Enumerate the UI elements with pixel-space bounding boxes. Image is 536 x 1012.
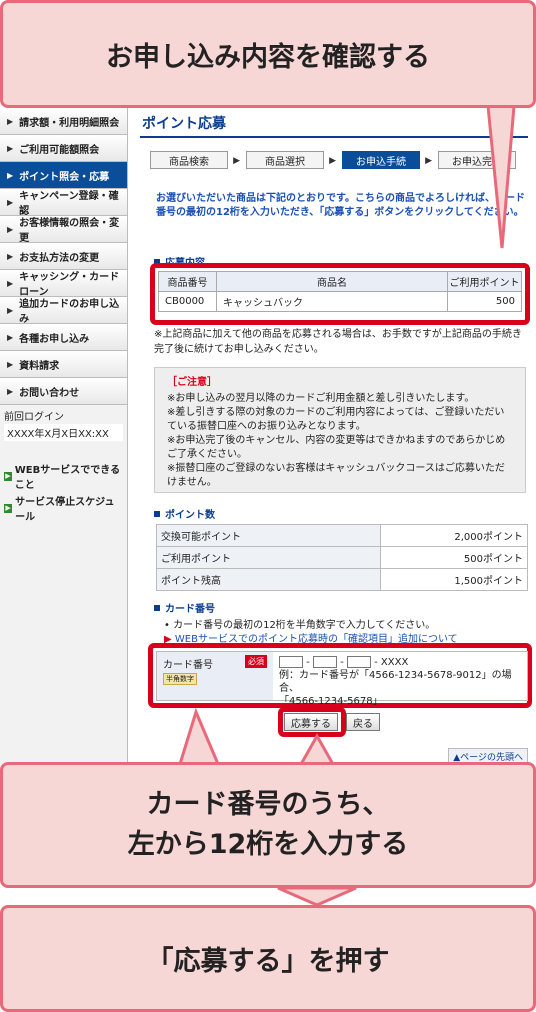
callout-top-text: お申し込み内容を確認する [106,41,430,73]
callout-mid-text-2: 左から12桁を入力する [127,829,409,860]
callout-mid-text-1: カード番号のうち、 [146,789,390,820]
callout-bottom-text: 「応募する」を押す [146,946,390,977]
callout-enter-card-number: カード番号のうち、 左から12桁を入力する [0,762,536,888]
callout-confirm-content: お申し込み内容を確認する [0,0,536,108]
callout-press-submit: 「応募する」を押す [0,905,536,1012]
